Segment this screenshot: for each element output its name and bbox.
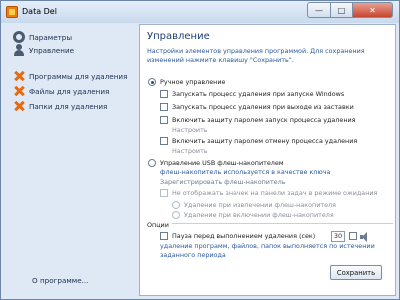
save-button[interactable]: Сохранить xyxy=(330,265,382,280)
delete-icon xyxy=(13,85,25,97)
password-start-checkbox[interactable] xyxy=(160,116,168,124)
password-cancel-checkbox[interactable] xyxy=(160,137,168,145)
run-on-screensaver-exit-checkbox[interactable] xyxy=(160,103,168,111)
sidebar-item-programs[interactable]: Программы для удаления xyxy=(13,70,127,82)
configure-password-start-link[interactable]: Настроить xyxy=(172,126,208,134)
run-on-windows-start-checkbox[interactable] xyxy=(160,90,168,98)
password-start-label: Включить защиту паролем запуск процесса … xyxy=(172,116,356,124)
sidebar-item-management[interactable]: Управление xyxy=(13,44,74,56)
sidebar: Параметры Управление Программы для удале… xyxy=(5,24,137,296)
close-button[interactable]: ✕ xyxy=(353,2,393,18)
sidebar-item-label: Управление xyxy=(29,45,75,55)
sidebar-item-label: Папки для удаления xyxy=(29,101,108,111)
page-title: Управление xyxy=(147,31,210,42)
about-link[interactable]: О программе... xyxy=(32,276,88,285)
panel-description: Настройки элементов управления программо… xyxy=(147,47,365,64)
manual-control-label: Ручное управление xyxy=(160,78,226,86)
usb-control-label: Управление USB флеш-накопителем xyxy=(160,159,284,167)
speaker-icon xyxy=(360,232,370,242)
usb-control-radio[interactable] xyxy=(148,159,156,167)
maximize-button[interactable]: □ xyxy=(331,2,353,18)
delete-on-insert-label: Удаление при включении флеш-накопителя xyxy=(184,211,334,219)
options-section-label: Опции xyxy=(147,221,172,229)
run-on-screensaver-exit-label: Запускать процесс удаления при выходе из… xyxy=(172,103,354,111)
app-window: Data Del — □ ✕ Параметры Управление Прог… xyxy=(0,0,400,300)
pause-note: удаление программ, файлов, папок выполня… xyxy=(160,242,375,259)
configure-password-cancel-link[interactable]: Настроить xyxy=(172,147,208,155)
manual-control-radio[interactable] xyxy=(148,78,156,86)
sidebar-item-label: Файлы для удаления xyxy=(29,86,110,96)
gear-icon xyxy=(13,31,25,43)
delete-on-remove-radio[interactable] xyxy=(172,201,180,209)
sidebar-item-parameters[interactable]: Параметры xyxy=(13,31,72,43)
options-divider xyxy=(147,223,393,224)
sidebar-item-label: Программы для удаления xyxy=(29,71,128,81)
title-bar[interactable]: Data Del — □ ✕ xyxy=(1,1,399,23)
pause-checkbox[interactable] xyxy=(160,232,168,240)
password-cancel-label: Включить защиту паролем отмену процесса … xyxy=(172,137,358,145)
delete-on-remove-label: Удаление при извлечении флеш-накопителя xyxy=(184,201,336,209)
delete-on-insert-radio[interactable] xyxy=(172,211,180,219)
sidebar-item-files[interactable]: Файлы для удаления xyxy=(13,85,109,97)
usb-key-note: флеш-накопитель используется в качестве … xyxy=(160,168,331,176)
hide-tray-icon-label: Не отображать значек на панели задач в р… xyxy=(172,189,378,197)
delete-icon xyxy=(13,70,25,82)
delete-icon xyxy=(13,100,25,112)
window-title: Data Del xyxy=(22,7,57,16)
window-controls: — □ ✕ xyxy=(307,2,393,18)
sound-checkbox[interactable] xyxy=(349,232,357,240)
pause-label: Пауза перед выполнением удаления (сек) xyxy=(172,232,316,240)
users-icon xyxy=(13,44,25,56)
settings-panel: Управление Настройки элементов управлени… xyxy=(139,24,396,296)
minimize-button[interactable]: — xyxy=(307,2,331,18)
app-logo-icon xyxy=(6,6,18,18)
sidebar-item-folders[interactable]: Папки для удаления xyxy=(13,100,107,112)
sidebar-item-label: Параметры xyxy=(29,32,73,42)
hide-tray-icon-checkbox[interactable] xyxy=(160,189,168,197)
register-usb-link[interactable]: Зарегистрировать флеш-накопитель xyxy=(160,178,285,186)
run-on-windows-start-label: Запускать процесс удаления при запуске W… xyxy=(172,90,345,98)
pause-seconds-input[interactable]: 30 xyxy=(331,231,345,242)
